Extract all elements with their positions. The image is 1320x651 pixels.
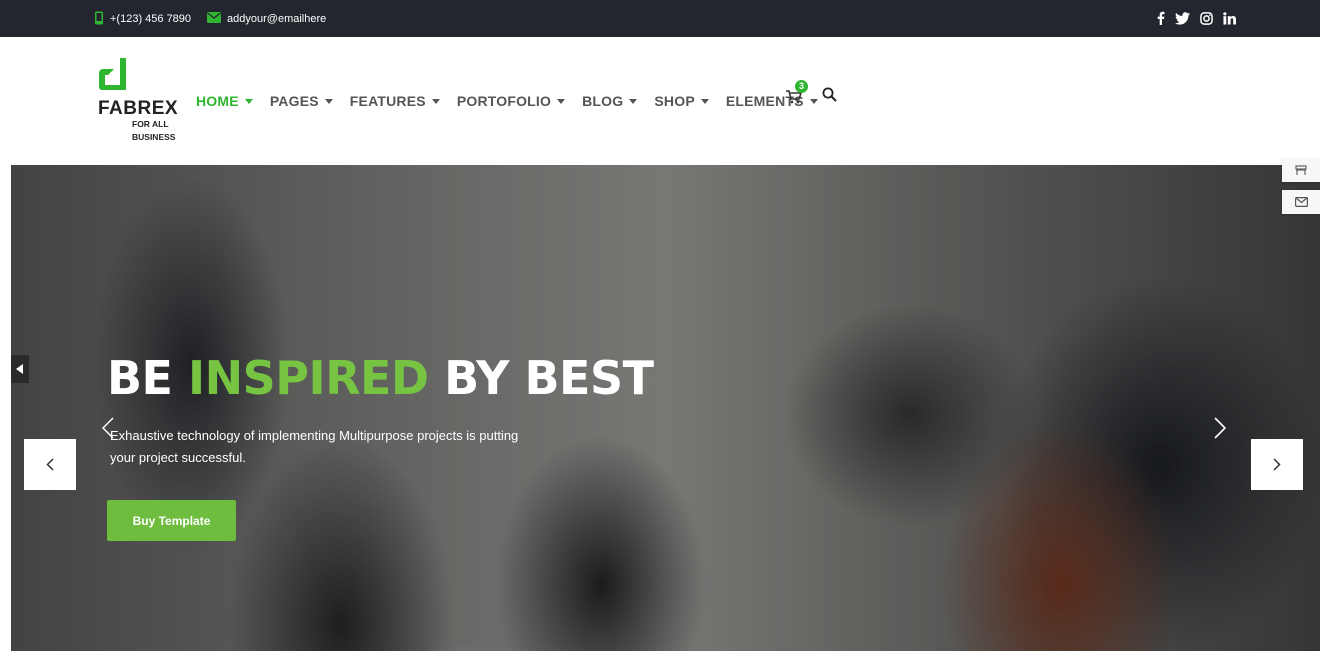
hero-title-highlight: INSPIRED [188,351,429,405]
mail-icon [1294,197,1308,207]
cart-count-badge: 3 [795,80,808,93]
logo-tagline: FOR ALL BUSINESS [132,119,176,142]
nav-portofolio-label: PORTOFOLIO [456,93,552,109]
chevron-right-icon[interactable] [1214,417,1226,439]
cart-button[interactable]: 3 [786,80,810,106]
caret-down-icon [809,98,818,104]
chevron-left-icon [46,458,54,471]
email-icon [207,12,222,26]
side-toggle-tab[interactable] [11,355,29,383]
phone-number[interactable]: +(123) 456 7890 [110,13,191,25]
side-shop-button[interactable] [1282,158,1320,182]
hero-slider: BE INSPIRED BY BEST Exhaustive technolog… [11,165,1320,651]
top-bar: +(123) 456 7890 addyour@emailhere [0,0,1320,37]
hero-title-pre: BE [107,351,188,405]
linkedin-icon[interactable] [1223,11,1236,28]
hero-title: BE INSPIRED BY BEST [107,351,654,405]
caret-left-icon [16,364,23,374]
twitter-icon[interactable] [1175,11,1190,28]
email-address[interactable]: addyour@emailhere [227,13,326,25]
contact-info: +(123) 456 7890 addyour@emailhere [94,11,326,27]
chevron-right-icon [1273,458,1281,471]
side-mail-button[interactable] [1282,190,1320,214]
caret-down-icon [700,98,709,104]
search-button[interactable] [822,87,837,107]
slider-prev-button[interactable] [24,439,76,490]
nav-home-label: HOME [196,93,239,109]
slider-next-button[interactable] [1251,439,1303,490]
nav-blog-label: BLOG [582,93,624,109]
facebook-icon[interactable] [1157,11,1165,28]
nav-features[interactable]: FEATURES [350,93,440,109]
nav-features-label: FEATURES [349,93,426,109]
nav-blog[interactable]: BLOG [582,93,638,109]
nav-pages-label: PAGES [269,93,319,109]
logo-mark-icon [98,58,128,99]
hero-description: Exhaustive technology of implementing Mu… [110,428,519,465]
caret-down-icon [557,98,566,104]
nav-home[interactable]: HOME [196,93,253,109]
nav-pages[interactable]: PAGES [270,93,333,109]
caret-down-icon [431,98,440,104]
nav-shop[interactable]: SHOP [654,93,709,109]
logo-name: FABREX [98,98,179,119]
main-nav: HOME PAGES FEATURES PORTOFOLIO BLOG SHOP… [196,93,835,109]
caret-down-icon [244,98,253,104]
search-icon [822,87,837,102]
caret-down-icon [629,98,638,104]
hero-title-post: BY BEST [428,351,654,405]
nav-portofolio[interactable]: PORTOFOLIO [456,93,566,109]
caret-down-icon [324,98,333,104]
phone-icon [94,11,104,28]
store-icon [1295,165,1307,175]
buy-template-button[interactable]: Buy Template [107,500,236,541]
social-links [1157,11,1236,28]
hero-overlay [11,165,1320,651]
nav-shop-label: SHOP [654,93,695,109]
instagram-icon[interactable] [1200,11,1213,28]
